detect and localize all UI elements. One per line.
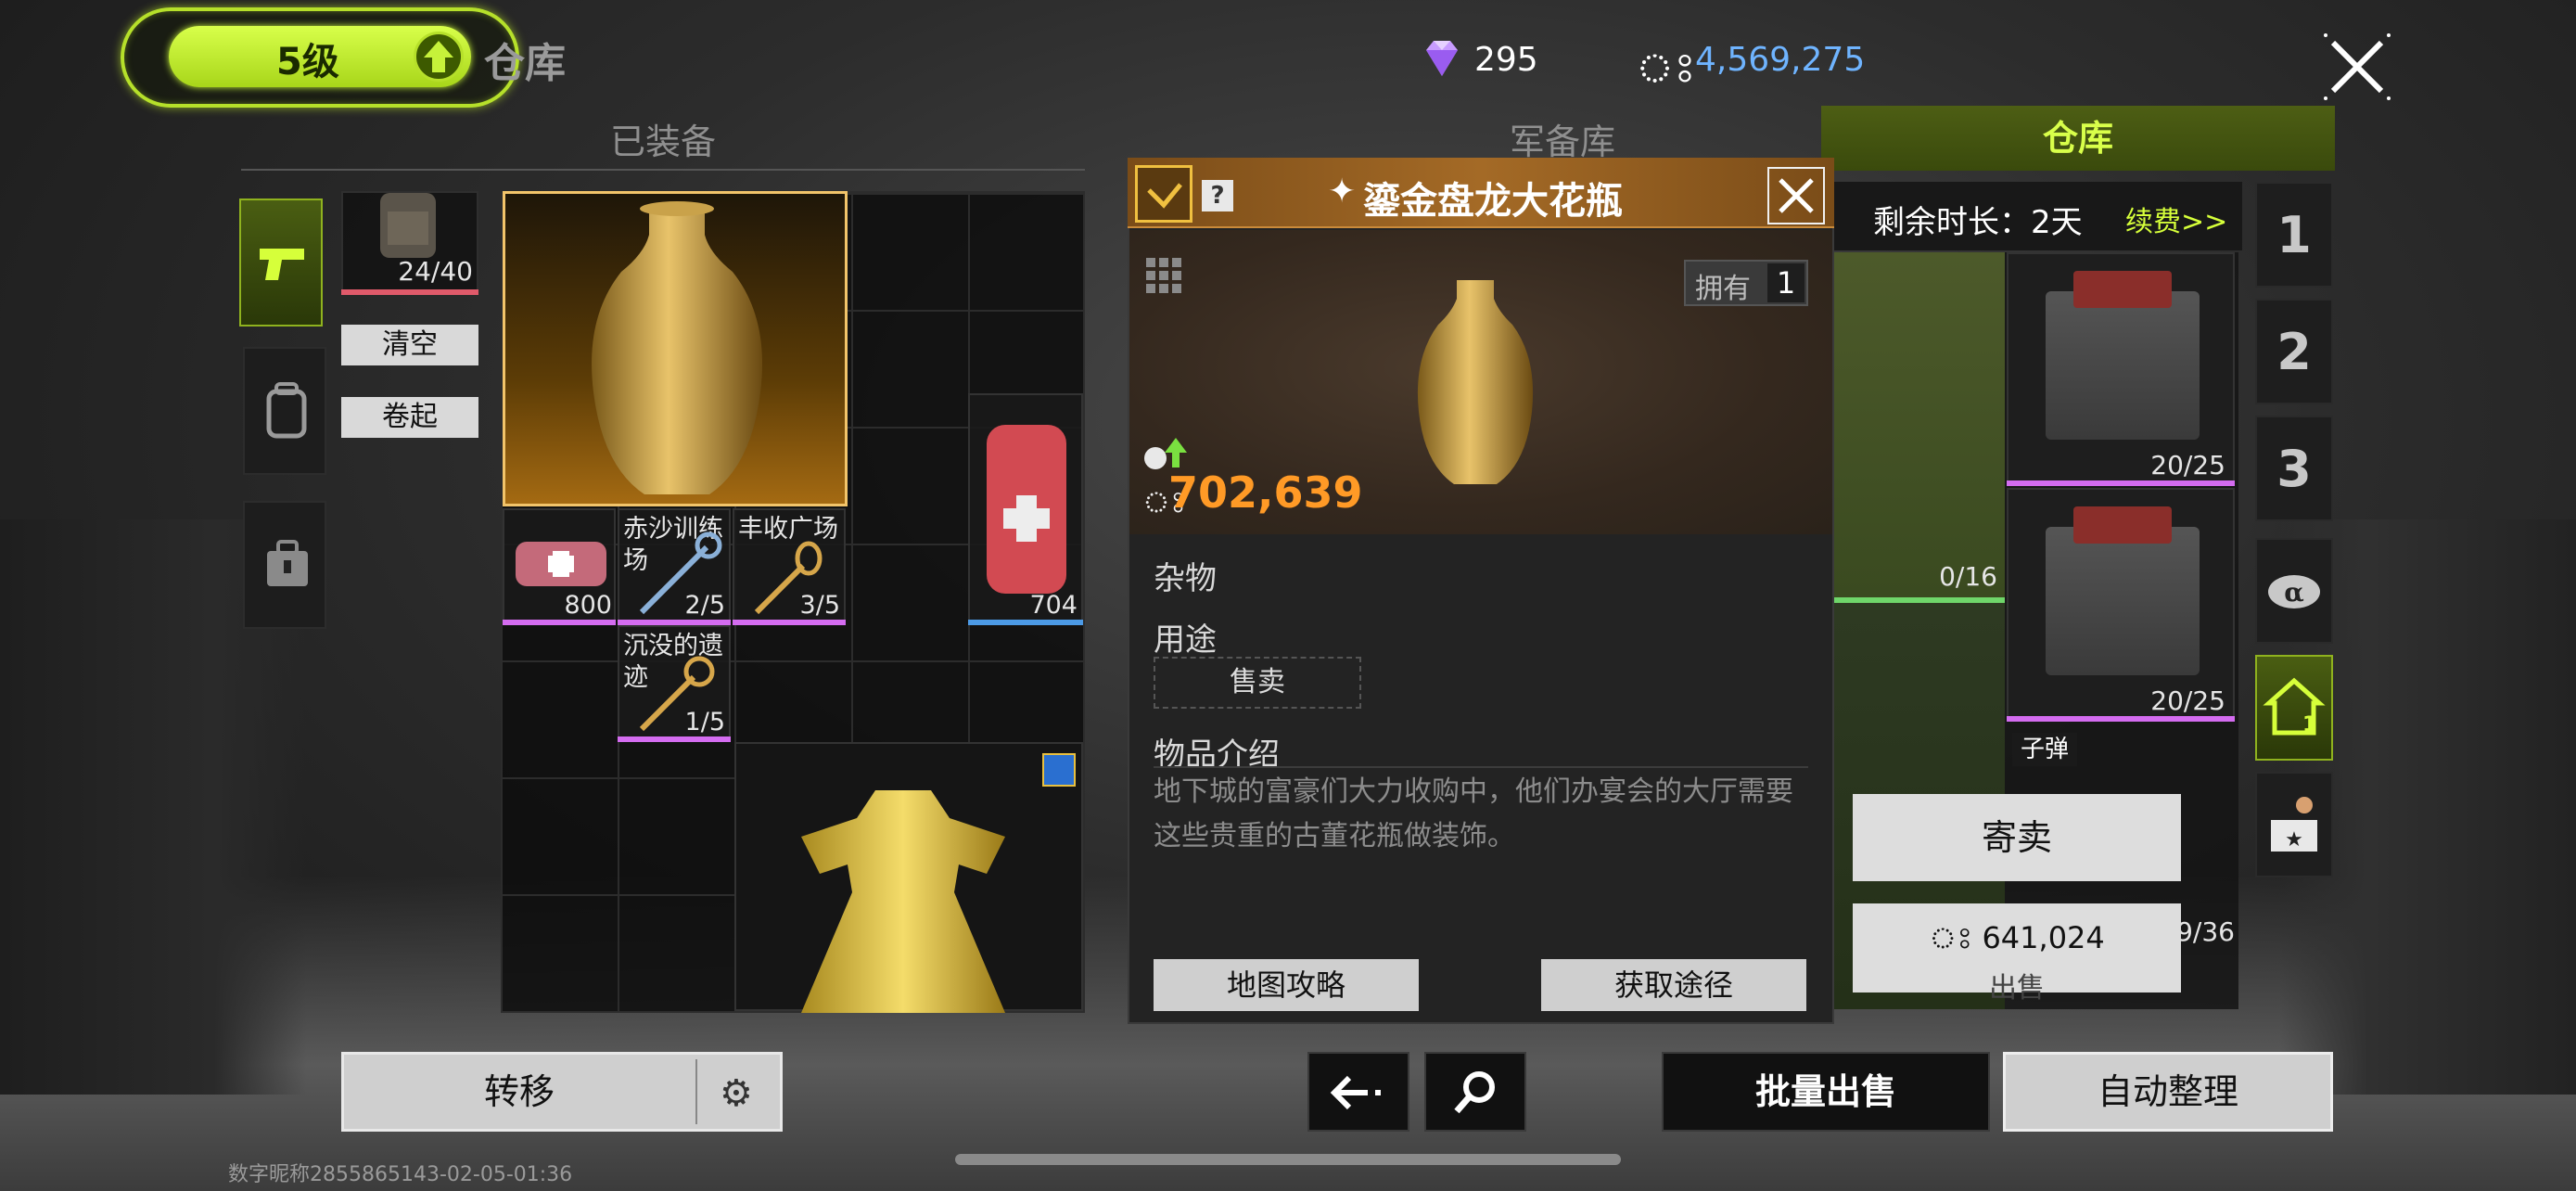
shop-icon: ★ — [2271, 797, 2317, 852]
home-icon: 1 — [2263, 677, 2326, 736]
level-up-stem — [432, 58, 445, 72]
intro-divider — [1154, 766, 1808, 768]
warehouse-crate-2[interactable]: 20/25 — [2007, 488, 2235, 722]
search-icon[interactable] — [1424, 1052, 1526, 1132]
rarity-bar — [2007, 480, 2235, 486]
selected-vase-slot[interactable] — [503, 191, 848, 506]
remaining-time: 剩余时长：2天 — [1873, 204, 2083, 241]
storage-tab-1[interactable]: 1 — [2255, 182, 2333, 288]
level-up-arrow — [424, 41, 453, 58]
item-tag-icon — [1042, 753, 1076, 787]
close-icon[interactable] — [2318, 28, 2396, 106]
warehouse-backpack-count: 0/16 — [1939, 561, 1997, 592]
vase-icon — [592, 201, 762, 494]
item-count: 800 — [564, 591, 612, 620]
dress-icon — [801, 790, 1005, 1013]
item-price: 702,639 — [1168, 467, 1363, 518]
rarity-bar — [733, 620, 846, 625]
storage-tab-home[interactable]: 1 — [2255, 655, 2333, 761]
tab-armory[interactable]: 军备库 — [1447, 113, 1678, 164]
popup-title: 鎏金盘龙大花瓶 — [1363, 180, 1623, 223]
back-arrow-icon[interactable] — [1307, 1052, 1409, 1132]
sell-price: 641,024 — [1982, 920, 2105, 955]
rarity-bar — [2007, 716, 2235, 722]
tab-warehouse[interactable]: 仓库 — [1821, 106, 2335, 171]
check-icon[interactable] — [1135, 165, 1192, 223]
side-tab-backpack[interactable] — [243, 347, 326, 475]
intro-text: 地下城的富豪们大力收购中，他们办宴会的大厅需要这些贵重的古董花瓶做装饰。 — [1154, 775, 1793, 852]
item-count: 3/5 — [799, 591, 840, 620]
pistol-icon — [260, 249, 304, 280]
consign-button[interactable]: 寄卖 — [1853, 794, 2181, 881]
backpack-count: 24/40 — [398, 256, 473, 287]
grid-item-key-3[interactable]: 沉没的遗迹 1/5 — [618, 625, 731, 740]
storage-tab-3[interactable]: 3 — [2255, 416, 2333, 521]
backpack-icon — [266, 382, 307, 439]
auto-sort-button[interactable]: 自动整理 — [2003, 1052, 2333, 1132]
obtain-button[interactable]: 获取途径 — [1541, 959, 1806, 1011]
svg-text:1: 1 — [2302, 713, 2316, 736]
crate-count: 20/25 — [2150, 685, 2225, 716]
rarity-bar — [968, 620, 1083, 625]
sell-label: 出售 — [1989, 972, 2045, 1005]
batch-sell-button[interactable]: 批量出售 — [1662, 1052, 1990, 1132]
storage-tab-2[interactable]: 2 — [2255, 299, 2333, 404]
owned-label: 拥有 — [1695, 273, 1751, 305]
level-text: 5级 — [276, 41, 339, 83]
clear-button[interactable]: 清空 — [341, 325, 478, 365]
home-indicator[interactable] — [955, 1154, 1621, 1165]
item-category: 杂物 — [1154, 560, 1217, 597]
grid-item-gold-dress[interactable] — [734, 742, 1083, 1013]
sell-button[interactable]: ঃ 641,024 出售 — [1853, 903, 2181, 1005]
use-label: 用途 — [1154, 621, 1217, 659]
tab-equipped[interactable]: 已装备 — [241, 113, 1085, 164]
item-count: 704 — [1029, 591, 1078, 620]
bullet-tag: 子弹 — [2012, 733, 2077, 766]
storage-tab-shop[interactable]: ★ — [2255, 772, 2333, 877]
item-count: 1/5 — [684, 708, 725, 736]
sparkle-icon: ✦ — [1328, 173, 1357, 211]
grid-icon — [1146, 258, 1181, 293]
coin-icon: ঃ — [1929, 920, 1983, 955]
equipped-divider — [241, 169, 1085, 171]
medkit-icon — [516, 542, 606, 586]
transfer-button[interactable]: 转移 — [343, 1054, 695, 1130]
safe-icon — [267, 540, 308, 586]
storage-tab-alpha[interactable]: α — [2255, 538, 2333, 644]
transfer-divider — [695, 1059, 697, 1124]
coin-icon: ঃ — [1636, 45, 1696, 92]
roll-button[interactable]: 卷起 — [341, 397, 478, 438]
gear-icon[interactable]: ⚙ — [720, 1072, 753, 1115]
grid-item-key-2[interactable]: 丰收广场 3/5 — [733, 508, 846, 623]
rarity-bar — [618, 736, 731, 742]
footer-id: 数字昵称2855865143-02-05-01:36 — [228, 1163, 573, 1186]
owned-count: 1 — [1767, 263, 1804, 302]
equipped-backpack-slot[interactable]: 24/40 — [341, 191, 478, 293]
popup-close-icon[interactable] — [1767, 167, 1825, 224]
grid-item-key-1[interactable]: 赤沙训练场 2/5 — [618, 508, 731, 623]
side-tab-weapons[interactable] — [239, 198, 323, 327]
use-value: 售卖 — [1154, 657, 1361, 709]
gem-icon — [1426, 41, 1458, 76]
side-tab-safe[interactable] — [243, 501, 326, 629]
coin-count: 4,569,275 — [1695, 41, 1866, 79]
backpack-bar — [341, 289, 478, 295]
item-count: 2/5 — [684, 591, 725, 620]
alpha-icon: α — [2268, 575, 2320, 608]
grid-item-first-aid[interactable]: 704 — [968, 393, 1083, 623]
grid-item-medkit[interactable]: 800 — [503, 508, 616, 623]
rarity-bar — [503, 620, 616, 625]
help-icon[interactable]: ? — [1202, 180, 1233, 211]
map-guide-button[interactable]: 地图攻略 — [1154, 959, 1419, 1011]
svg-text:α: α — [2284, 577, 2304, 608]
crate-count: 20/25 — [2150, 450, 2225, 480]
gem-count: 295 — [1474, 41, 1538, 79]
popup-vase-icon — [1417, 280, 1534, 484]
first-aid-icon — [987, 425, 1066, 594]
warehouse-crate-1[interactable]: 20/25 — [2007, 252, 2235, 486]
page-title: 仓库 — [484, 40, 566, 87]
warehouse-backpack[interactable]: 0/16 — [1834, 252, 2005, 603]
svg-text:★: ★ — [2285, 828, 2303, 852]
renew-link[interactable]: 续费>> — [2125, 198, 2227, 239]
